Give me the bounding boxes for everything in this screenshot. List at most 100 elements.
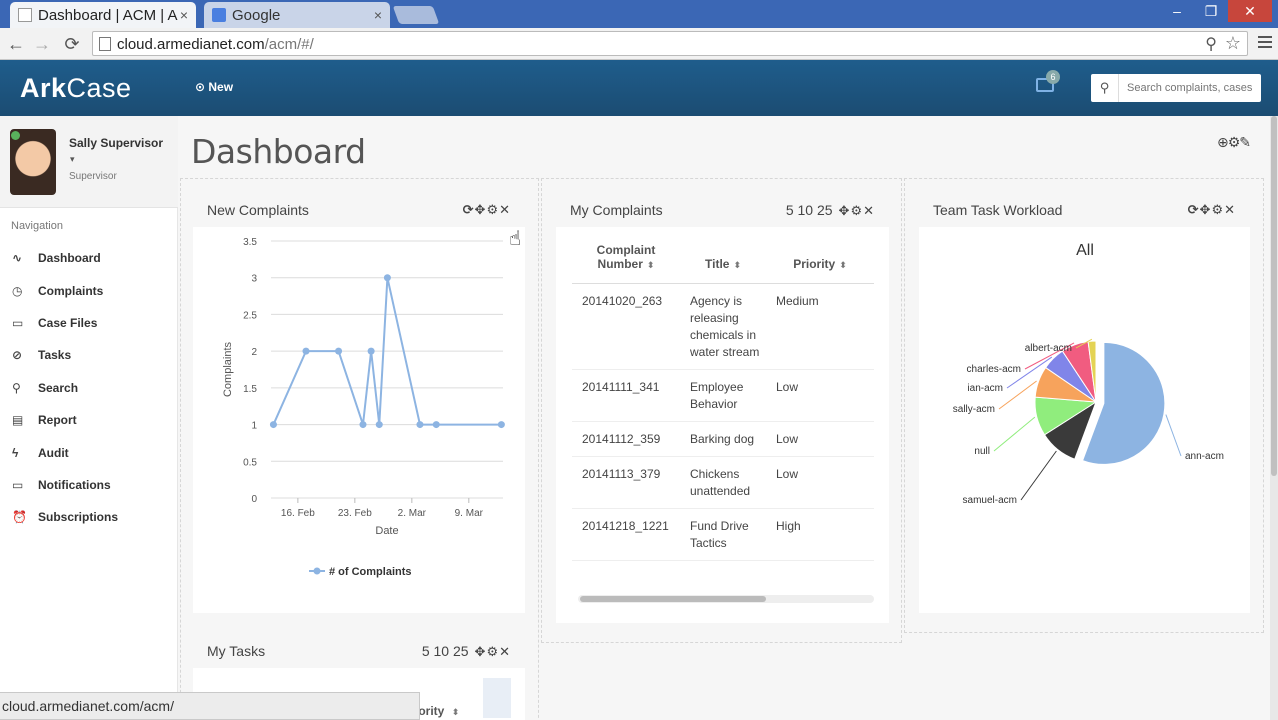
new-tab-button[interactable] (392, 6, 440, 24)
data-point (269, 421, 277, 429)
alarm-icon: ⏰ (12, 510, 27, 525)
cell-number[interactable]: 20141111_341 (572, 369, 680, 422)
arkcase-logo[interactable]: ArkCase (20, 73, 132, 104)
cell-priority: Low (766, 456, 874, 509)
tab-label: Google (232, 6, 281, 24)
cell-title: Agency is releasing chemicals in water s… (680, 283, 766, 370)
data-point (302, 347, 310, 355)
search-icon[interactable]: ⚲ (1091, 74, 1119, 102)
sidebar-item-search[interactable]: ⚲ Search (0, 372, 178, 404)
column-header-priority[interactable]: iority ⬍ (415, 704, 459, 718)
widget-title: My Complaints (570, 202, 663, 218)
close-tab-icon[interactable]: × (374, 7, 382, 23)
y-tick-label: 0 (251, 494, 257, 505)
sidebar-item-label: Audit (38, 445, 69, 460)
address-bar: ← → ⟳ cloud.armedianet.com/acm/#/ ⚲ ☆ (0, 28, 1278, 60)
cell-title: Employee Behavior (680, 369, 766, 422)
window-controls: – ❐ ✕ (1160, 0, 1272, 22)
sidebar-item-tasks[interactable]: ⊘ Tasks (0, 339, 178, 371)
data-point (416, 421, 424, 429)
cell-priority: Medium (766, 283, 874, 370)
table-row[interactable]: 20141112_359 Barking dog Low (572, 421, 874, 457)
widget-tools: 5 10 25 ✥⚙✕ (786, 202, 875, 219)
widget-header: New Complaints ⟳✥⚙✕ (193, 193, 525, 227)
chart-title: All (1076, 242, 1094, 259)
user-name[interactable]: Sally Supervisor (69, 136, 163, 150)
horizontal-scrollbar[interactable] (578, 595, 874, 603)
avatar[interactable] (10, 129, 56, 195)
page-size-selector[interactable]: 5 10 25 (786, 202, 833, 218)
back-icon[interactable]: ← (4, 32, 28, 56)
maximize-icon[interactable]: ❐ (1194, 0, 1228, 22)
complaints-table: Complaint Number ⬍ Title ⬍ Priority ⬍ 20141… (572, 241, 874, 561)
sidebar-item-case-files[interactable]: ▭ Case Files (0, 307, 178, 339)
reload-icon[interactable]: ⟳ (60, 32, 84, 56)
sidebar-item-notifications[interactable]: ▭ Notifications (0, 469, 178, 501)
app-header: ArkCase ⊙ New 6 ⚲ (0, 60, 1278, 116)
page-size-selector[interactable]: 5 10 25 (422, 643, 469, 659)
table-row[interactable]: 20141020_263 Agency is releasing chemical… (572, 283, 874, 370)
cell-number[interactable]: 20141112_359 (572, 421, 680, 457)
sidebar-item-label: Search (38, 380, 79, 395)
widget-header: My Tasks 5 10 25 ✥⚙✕ (193, 634, 525, 668)
widget-header: Team Task Workload ⟳✥⚙✕ (919, 193, 1250, 227)
star-icon[interactable]: ☆ (1225, 33, 1241, 54)
pie-connector (998, 380, 1037, 410)
notifications-icon[interactable]: 6 (1036, 70, 1060, 92)
google-icon (212, 8, 226, 22)
cell-number[interactable]: 20141218_1221 (572, 508, 680, 561)
x-tick-label: 16. Feb (281, 508, 315, 519)
pie-connector (993, 416, 1036, 452)
cell-priority: Low (766, 421, 874, 457)
widget-title: New Complaints (207, 202, 309, 218)
widget-action-icons[interactable]: ✥⚙✕ (839, 203, 875, 218)
new-button[interactable]: ⊙ New (195, 80, 233, 94)
plus-circle-icon: ⊙ (195, 80, 209, 94)
x-tick-label: 2. Mar (398, 508, 427, 519)
page-scrollbar[interactable] (1270, 116, 1278, 720)
pie-label: samuel-acm (963, 495, 1017, 506)
sidebar-item-dashboard[interactable]: ∿ Dashboard (0, 242, 178, 274)
check-circle-icon: ⊘ (12, 348, 23, 363)
close-tab-icon[interactable]: × (180, 7, 188, 23)
browser-menu-icon[interactable] (1258, 36, 1272, 51)
zoom-icon[interactable]: ⚲ (1205, 34, 1217, 54)
sort-icon: ⬍ (839, 260, 847, 270)
dashboard-tools[interactable]: ⊕⚙✎ (1217, 134, 1251, 151)
tab-dashboard[interactable]: Dashboard | ACM | A × (10, 2, 196, 28)
url-field[interactable]: cloud.armedianet.com/acm/#/ ⚲ ☆ (92, 31, 1248, 56)
pie-connector (1165, 414, 1182, 457)
widget-title: Team Task Workload (933, 202, 1063, 218)
pie-label: ann-acm (1185, 451, 1224, 462)
cell-number[interactable]: 20141113_379 (572, 456, 680, 509)
column-header-title[interactable]: Title ⬍ (680, 241, 766, 284)
widget-tools[interactable]: ⟳✥⚙✕ (1188, 202, 1236, 218)
sidebar-item-report[interactable]: ▤ Report (0, 404, 178, 436)
cell-number[interactable]: 20141020_263 (572, 283, 680, 370)
table-row[interactable]: 20141218_1221 Fund Drive Tactics High (572, 508, 874, 561)
widget-action-icons[interactable]: ✥⚙✕ (475, 644, 511, 659)
widget-tools[interactable]: ⟳✥⚙✕ (463, 202, 511, 218)
tab-google[interactable]: Google × (204, 2, 390, 28)
forward-icon[interactable]: → (30, 32, 54, 56)
column-header-priority[interactable]: Priority ⬍ (766, 241, 874, 284)
sidebar-item-complaints[interactable]: ◷ Complaints (0, 274, 178, 306)
y-tick-label: 3.5 (243, 237, 257, 248)
search-input[interactable] (1119, 74, 1259, 102)
table-row[interactable]: 20141113_379 Chickens unattended Low (572, 456, 874, 509)
sidebar-item-subscriptions[interactable]: ⏰ Subscriptions (0, 501, 178, 533)
column-highlight (483, 678, 511, 718)
column-header-number[interactable]: Complaint Number ⬍ (572, 241, 680, 284)
cell-title: Barking dog (680, 421, 766, 457)
sidebar-item-label: Case Files (38, 315, 98, 330)
main-content: Dashboard ⊕⚙✎ New Complaints ⟳✥⚙✕ 0 0.5 1 1… (178, 116, 1270, 720)
table-row[interactable]: 20141111_341 Employee Behavior Low (572, 369, 874, 422)
close-window-icon[interactable]: ✕ (1228, 0, 1272, 22)
minimize-icon[interactable]: – (1160, 0, 1194, 22)
chevron-down-icon[interactable]: ▾ (70, 154, 75, 165)
pie-connector (1020, 450, 1057, 501)
y-tick-label: 1.5 (243, 384, 257, 395)
sidebar-item-audit[interactable]: ϟ Audit (0, 436, 178, 468)
sidebar-item-label: Complaints (38, 283, 104, 298)
cell-priority: High (766, 508, 874, 561)
